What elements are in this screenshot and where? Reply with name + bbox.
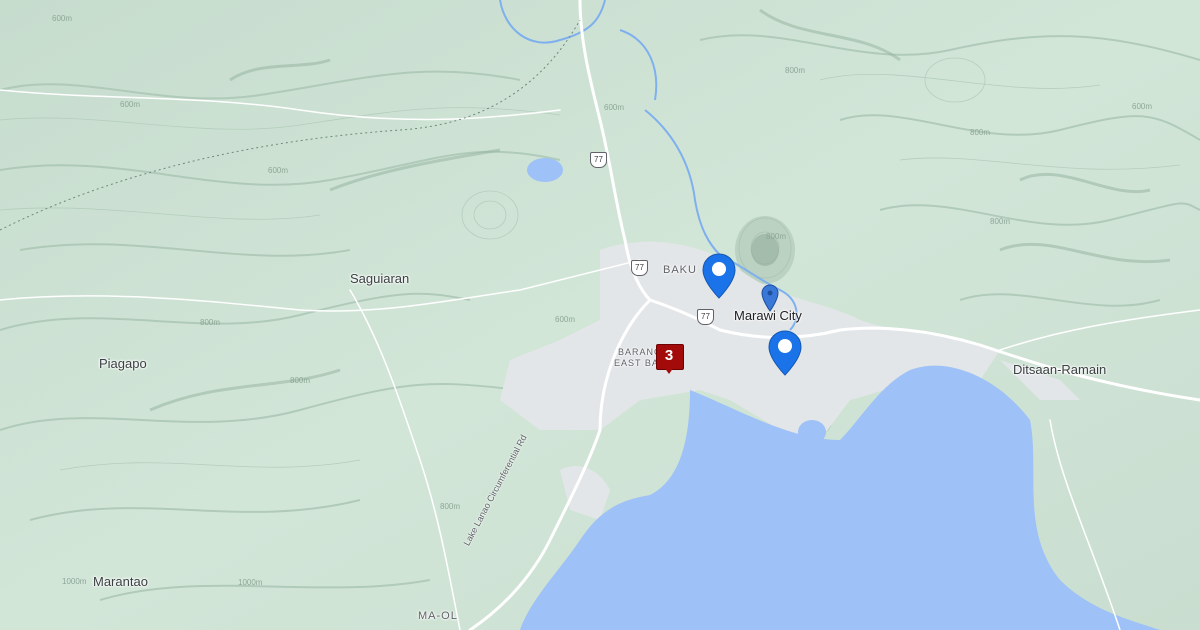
marker-cluster-count: 3 (664, 347, 674, 364)
contour-label: 800m (440, 502, 461, 511)
contour-label: 800m (290, 376, 311, 385)
place-label-ma-ol[interactable]: MA-OL (418, 610, 458, 622)
place-label-saguiaran[interactable]: Saguiaran (350, 271, 409, 286)
place-label-ditsaan-ramain[interactable]: Ditsaan-Ramain (1013, 362, 1106, 377)
contour-label: 600m (555, 315, 576, 324)
route-shield: 77 (590, 152, 607, 168)
location-pin-icon[interactable] (702, 253, 736, 299)
contour-label: 800m (766, 232, 787, 241)
contour-label: 800m (785, 66, 806, 75)
contour-label: 600m (604, 103, 625, 112)
route-shield: 77 (631, 260, 648, 276)
place-label-marantao[interactable]: Marantao (93, 574, 148, 589)
location-pin-icon[interactable] (768, 330, 802, 376)
contour-label: 1000m (62, 577, 87, 586)
map-view[interactable]: 600m 600m 600m 600m 800m 800m 800m 800m … (0, 0, 1200, 630)
contour-label: 800m (990, 217, 1011, 226)
contour-label: 800m (970, 128, 991, 137)
marker-cluster-tail (664, 367, 674, 374)
marker-cluster[interactable]: 3 (656, 344, 684, 374)
route-shield: 77 (697, 309, 714, 325)
contour-label: 1000m (238, 578, 263, 587)
place-label-piagapo[interactable]: Piagapo (99, 356, 147, 371)
contour-label: 600m (1132, 102, 1153, 111)
contour-label: 800m (200, 318, 221, 327)
map-terrain (0, 0, 1200, 630)
place-label-bakut[interactable]: BAKU (663, 264, 697, 276)
place-label-east-barangay[interactable]: EAST BA (614, 358, 659, 368)
contour-label: 600m (52, 14, 73, 23)
contour-label: 600m (268, 166, 289, 175)
contour-label: 600m (120, 100, 141, 109)
small-location-pin-icon[interactable] (761, 284, 779, 312)
